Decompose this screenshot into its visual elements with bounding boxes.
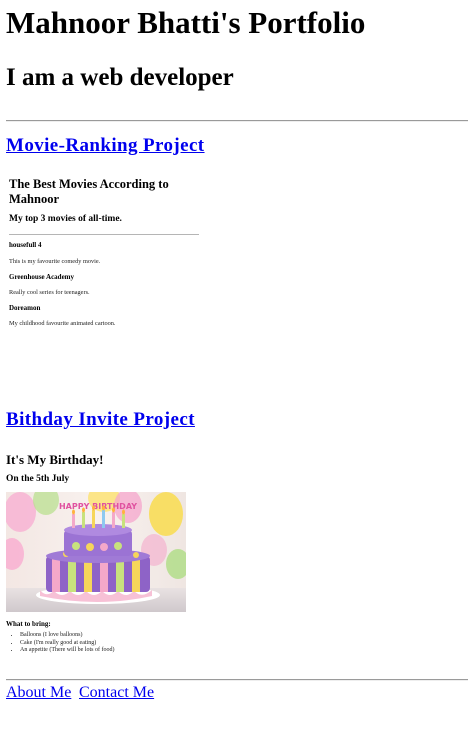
movie-preview-subtitle: My top 3 movies of all-time. — [9, 214, 122, 224]
birthday-invite-project-link[interactable]: Bithday Invite Project — [6, 408, 195, 432]
list-item: Cake (I'm really good at eating) — [20, 640, 114, 648]
movie-description: My childhood favourite animated cartoon. — [9, 320, 116, 327]
what-to-bring-label: What to bring: — [6, 620, 51, 628]
list-item: An appetite (There will be lots of food) — [20, 647, 114, 655]
bring-list: Balloons (I love balloons) Cake (I'm rea… — [6, 632, 114, 655]
footer-divider — [6, 679, 468, 681]
list-item: Balloons (I love balloons) — [20, 632, 114, 640]
birthday-preview-title: It's My Birthday! — [6, 452, 104, 467]
movie-preview-title: The Best Movies According to Mahnoor — [9, 177, 169, 206]
movie-preview-divider — [9, 234, 199, 235]
birthday-preview-date: On the 5th July — [6, 474, 70, 484]
movie-description: This is my favourite comedy movie. — [9, 258, 101, 265]
movie-ranking-project-link[interactable]: Movie-Ranking Project — [6, 134, 205, 158]
movie-ranking-preview[interactable]: The Best Movies According to Mahnoor My … — [6, 172, 202, 338]
page-title: Mahnoor Bhatti's Portfolio — [6, 5, 366, 40]
movie-name: Doreamon — [9, 304, 41, 312]
contact-me-link[interactable]: Contact Me — [79, 683, 154, 703]
header-divider — [6, 120, 468, 122]
movie-description: Really cool series for teenagers. — [9, 289, 90, 296]
page-subtitle: I am a web developer — [6, 64, 234, 91]
movie-name: Greenhouse Academy — [9, 273, 75, 281]
portfolio-page: Mahnoor Bhatti's Portfolio I am a web de… — [0, 0, 468, 735]
cake-topper-text: HAPPY BIRTHDAY — [59, 502, 137, 511]
birthday-cake-image: HAPPY BIRTHDAY — [6, 492, 186, 612]
about-me-link[interactable]: About Me — [6, 683, 71, 703]
movie-name: housefull 4 — [9, 241, 42, 249]
